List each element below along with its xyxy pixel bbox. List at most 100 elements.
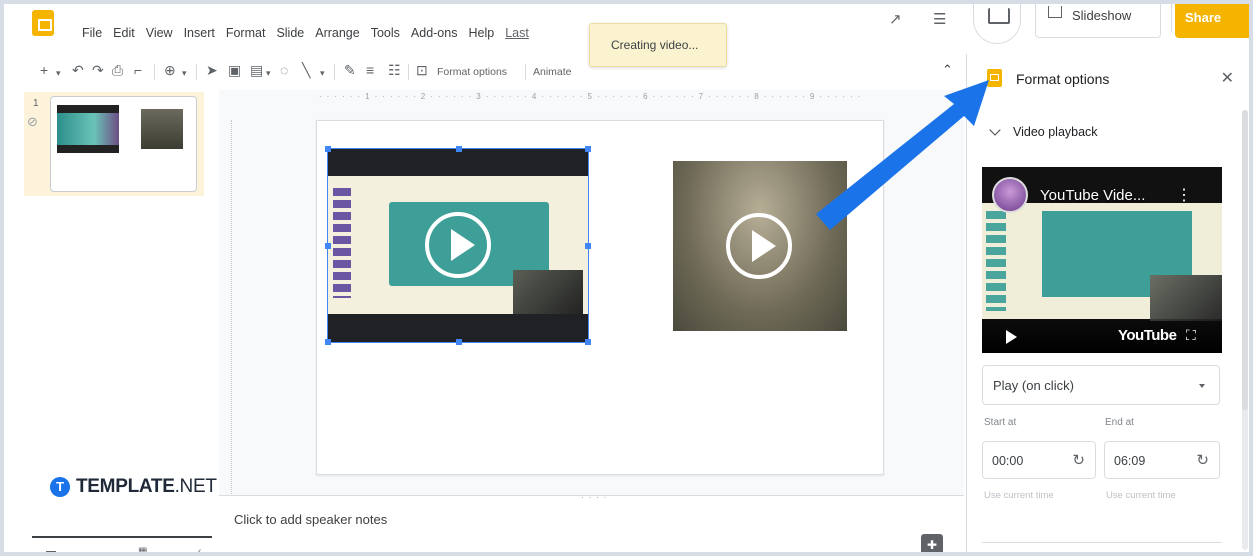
slideshow-icon — [1048, 6, 1062, 18]
new-slide-icon[interactable]: + — [40, 63, 48, 77]
link-icon: ⊘ — [27, 114, 38, 129]
slide-filmstrip: 1 ⊘ — [4, 90, 219, 530]
last-edit-link[interactable]: Last — [505, 26, 529, 40]
handle-bottom-left[interactable] — [325, 339, 331, 345]
preview-play-icon[interactable] — [1006, 330, 1017, 344]
menu-tools[interactable]: Tools — [371, 26, 400, 40]
image-icon[interactable]: ▤ — [250, 63, 263, 77]
toolbar-divider — [196, 64, 197, 80]
menu-file[interactable]: File — [82, 26, 102, 40]
crop-icon[interactable]: ⊡ — [416, 63, 428, 77]
shape-icon[interactable]: ◌ — [280, 63, 288, 77]
print-icon[interactable]: ⎙ — [112, 63, 123, 77]
panel-scrollbar[interactable] — [1242, 110, 1248, 550]
image-dropdown-icon[interactable]: ▾ — [266, 66, 271, 80]
scrollbar-thumb[interactable] — [1242, 110, 1248, 410]
panel-title: Format options — [1016, 71, 1110, 87]
fullscreen-icon[interactable]: ⛶ — [1186, 327, 1196, 344]
youtube-video-title: YouTube Vide... — [1040, 187, 1146, 204]
refresh-icon[interactable]: ↻ — [1196, 451, 1209, 469]
menu-edit[interactable]: Edit — [113, 26, 135, 40]
menu-addons[interactable]: Add-ons — [411, 26, 458, 40]
menu-arrange[interactable]: Arrange — [315, 26, 359, 40]
share-button[interactable]: Share — [1175, 4, 1249, 38]
speaker-notes[interactable]: · · · · Click to add speaker notes ✚ — [219, 492, 964, 552]
panel-divider — [982, 542, 1222, 543]
comments-icon[interactable]: ☰ — [933, 10, 953, 28]
speaker-notes-placeholder[interactable]: Click to add speaker notes — [234, 512, 387, 527]
zoom-dropdown-icon[interactable]: ▾ — [182, 66, 187, 80]
thumbnail-video-2 — [141, 109, 183, 149]
new-slide-dropdown-icon[interactable]: ▾ — [56, 66, 61, 80]
template-logo-icon: T — [50, 477, 70, 497]
border-color-icon[interactable]: ✎ — [344, 63, 356, 77]
animate-button[interactable]: Animate — [533, 66, 572, 78]
text-box-icon[interactable]: ▣ — [228, 63, 241, 77]
vertical-ruler — [224, 120, 232, 500]
handle-bottom[interactable] — [456, 339, 462, 345]
filmstrip-view-controls: ▬ ▦ ‹ — [32, 536, 212, 552]
menu-insert[interactable]: Insert — [184, 26, 215, 40]
line-dropdown-icon[interactable]: ▾ — [320, 66, 325, 80]
grid-view-icon[interactable]: ▦ — [138, 546, 147, 552]
creating-video-toast: Creating video... — [589, 23, 727, 67]
slideshow-label: Slideshow — [1072, 8, 1132, 23]
handle-top-right[interactable] — [585, 146, 591, 152]
collapse-filmstrip-icon[interactable]: ‹ — [198, 546, 201, 552]
slide-number: 1 — [33, 98, 39, 109]
menu-format[interactable]: Format — [226, 26, 266, 40]
filmstrip-view-icon[interactable]: ▬ — [46, 546, 56, 552]
toolbar-divider — [408, 64, 409, 80]
activity-icon[interactable]: ↗ — [889, 10, 909, 28]
select-cursor-icon[interactable]: ➤ — [206, 63, 218, 77]
video-playback-label: Video playback — [1013, 125, 1098, 139]
close-icon[interactable]: ✕ — [1221, 68, 1234, 88]
youtube-logo[interactable]: YouTube — [1118, 327, 1177, 344]
undo-icon[interactable]: ↶ — [72, 63, 84, 77]
menu-slide[interactable]: Slide — [276, 26, 304, 40]
start-time-field[interactable]: 00:00 ↻ — [982, 441, 1096, 479]
end-at-label: End at — [1105, 417, 1134, 428]
top-right-controls: ↗ ☰ Slideshow Share — [829, 4, 1249, 44]
border-weight-icon[interactable]: ≡ — [366, 63, 374, 77]
handle-right[interactable] — [585, 243, 591, 249]
menu-view[interactable]: View — [146, 26, 173, 40]
border-dash-icon[interactable]: ☷ — [388, 63, 401, 77]
line-icon[interactable]: ╲ — [302, 63, 310, 77]
handle-left[interactable] — [325, 243, 331, 249]
toolbar-divider — [525, 64, 526, 80]
youtube-preview[interactable]: YouTube Vide... ⋮ YouTube ⛶ — [982, 167, 1222, 353]
annotation-arrow — [816, 80, 989, 230]
template-net-watermark: T TEMPLATE.NET — [50, 476, 217, 498]
start-at-label: Start at — [984, 417, 1017, 428]
preview-screen — [982, 203, 1222, 321]
slideshow-button[interactable]: Slideshow — [1035, 4, 1172, 38]
app-window: File Edit View Insert Format Slide Arran… — [0, 0, 1253, 556]
handle-top-left[interactable] — [325, 146, 331, 152]
selection-handles — [325, 146, 591, 345]
end-time-field[interactable]: 06:09 ↻ — [1104, 441, 1220, 479]
explore-icon[interactable]: ✚ — [921, 534, 943, 552]
more-options-icon[interactable]: ⋮ — [1176, 185, 1192, 205]
menu-help[interactable]: Help — [468, 26, 494, 40]
main-menu: File Edit View Insert Format Slide Arran… — [82, 26, 529, 40]
handle-bottom-right[interactable] — [585, 339, 591, 345]
play-mode-select[interactable]: Play (on click) — [982, 365, 1220, 405]
notes-resize-grip[interactable]: · · · · — [581, 492, 608, 502]
handle-top[interactable] — [456, 146, 462, 152]
meet-present-icon[interactable] — [973, 4, 1021, 44]
panel-header: Format options ✕ — [967, 54, 1249, 104]
paint-format-icon[interactable]: ⌐ — [134, 63, 142, 77]
video-2-play-icon[interactable] — [726, 213, 792, 279]
refresh-icon[interactable]: ↻ — [1072, 451, 1085, 469]
end-use-current-time[interactable]: Use current time — [1106, 490, 1176, 501]
redo-icon[interactable]: ↷ — [92, 63, 104, 77]
slides-logo-icon[interactable] — [32, 10, 54, 36]
format-options-button[interactable]: Format options — [437, 66, 507, 78]
slide[interactable] — [316, 120, 884, 475]
start-use-current-time[interactable]: Use current time — [984, 490, 1054, 501]
slide-thumbnail[interactable] — [50, 96, 197, 192]
format-options-panel: Format options ✕ Video playback YouTube … — [966, 54, 1249, 552]
share-label: Share — [1185, 10, 1222, 25]
zoom-icon[interactable]: ⊕ — [164, 63, 176, 77]
